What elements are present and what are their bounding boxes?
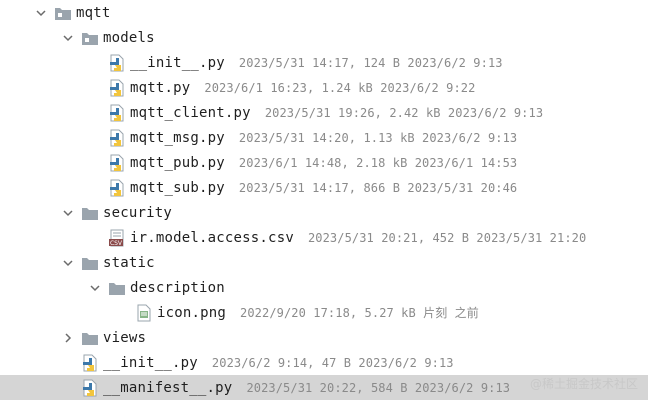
- image-file-icon: [135, 304, 153, 322]
- tree-file-row[interactable]: mqtt_pub.py 2023/6/1 14:48, 2.18 kB 2023/…: [0, 150, 648, 175]
- python-file-icon: [108, 79, 126, 97]
- chevron-down-icon[interactable]: [34, 6, 48, 20]
- svg-text:CSV: CSV: [110, 240, 123, 247]
- tree-file-row[interactable]: mqtt.py 2023/6/1 16:23, 1.24 kB 2023/6/2 …: [0, 75, 648, 100]
- tree-file-row[interactable]: mqtt_sub.py 2023/5/31 14:17, 866 B 2023/5…: [0, 175, 648, 200]
- python-file-icon: [108, 54, 126, 72]
- tree-file-row[interactable]: icon.png 2022/9/20 17:18, 5.27 kB 片刻 之前: [0, 300, 648, 325]
- python-file-icon: [108, 104, 126, 122]
- tree-item-name: mqtt_msg.py: [130, 129, 225, 146]
- python-file-icon: [81, 379, 99, 397]
- chevron-down-icon[interactable]: [61, 206, 75, 220]
- tree-item-meta: 2023/5/31 20:21, 452 B 2023/5/31 21:20: [307, 230, 587, 245]
- tree-file-row[interactable]: __init__.py 2023/6/2 9:14, 47 B 2023/6/2 …: [0, 350, 648, 375]
- folder-icon: [108, 279, 126, 297]
- tree-folder-row[interactable]: description: [0, 275, 648, 300]
- tree-file-row[interactable]: __init__.py 2023/5/31 14:17, 124 B 2023/6…: [0, 50, 648, 75]
- tree-item-name: mqtt_client.py: [130, 104, 251, 121]
- project-tree: mqtt models __init__.py 2023/5/31 14:17, 12…: [0, 0, 648, 403]
- tree-folder-row[interactable]: static: [0, 250, 648, 275]
- tree-item-meta: 2023/6/1 16:23, 1.24 kB 2023/6/2 9:22: [204, 80, 476, 95]
- folder-icon: [81, 329, 99, 347]
- chevron-down-icon[interactable]: [88, 281, 102, 295]
- python-file-icon: [108, 129, 126, 147]
- tree-folder-row[interactable]: mqtt: [0, 0, 648, 25]
- tree-item-name: mqtt_pub.py: [130, 154, 225, 171]
- tree-item-name: __init__.py: [130, 54, 225, 71]
- folder-module-icon: [54, 4, 72, 22]
- tree-item-name: static: [103, 254, 155, 271]
- tree-item-meta: 2023/5/31 14:20, 1.13 kB 2023/6/2 9:13: [238, 130, 518, 145]
- tree-item-meta: 2023/6/2 9:14, 47 B 2023/6/2 9:13: [211, 355, 454, 370]
- chevron-down-icon[interactable]: [61, 256, 75, 270]
- tree-file-row[interactable]: mqtt_client.py 2023/5/31 19:26, 2.42 kB 2…: [0, 100, 648, 125]
- tree-folder-row[interactable]: views: [0, 325, 648, 350]
- tree-item-name: mqtt_sub.py: [130, 179, 225, 196]
- python-file-icon: [108, 154, 126, 172]
- tree-file-row[interactable]: mqtt_msg.py 2023/5/31 14:20, 1.13 kB 2023…: [0, 125, 648, 150]
- tree-item-meta: 2023/5/31 19:26, 2.42 kB 2023/6/2 9:13: [264, 105, 544, 120]
- folder-module-icon: [81, 29, 99, 47]
- tree-item-meta: 2023/5/31 14:17, 866 B 2023/5/31 20:46: [238, 180, 518, 195]
- tree-item-name: views: [103, 329, 147, 346]
- tree-item-meta: 2023/6/1 14:48, 2.18 kB 2023/6/1 14:53: [238, 155, 518, 170]
- folder-icon: [81, 204, 99, 222]
- python-file-icon: [108, 179, 126, 197]
- watermark: @稀土掘金技术社区: [529, 376, 638, 391]
- tree-item-name: ir.model.access.csv: [130, 229, 294, 246]
- tree-item-name: __manifest__.py: [103, 379, 233, 396]
- tree-folder-row[interactable]: models: [0, 25, 648, 50]
- folder-icon: [81, 254, 99, 272]
- tree-item-name: mqtt: [76, 4, 111, 21]
- chevron-right-icon[interactable]: [61, 331, 75, 345]
- tree-file-row[interactable]: CSV ir.model.access.csv 2023/5/31 20:21, 4…: [0, 225, 648, 250]
- tree-item-name: models: [103, 29, 155, 46]
- tree-item-meta: 2022/9/20 17:18, 5.27 kB 片刻 之前: [240, 306, 479, 320]
- tree-item-meta: 2023/5/31 14:17, 124 B 2023/6/2 9:13: [238, 55, 503, 70]
- tree-item-name: mqtt.py: [130, 79, 191, 96]
- chevron-down-icon[interactable]: [61, 31, 75, 45]
- tree-folder-row[interactable]: security: [0, 200, 648, 225]
- tree-item-name: icon.png: [157, 304, 227, 321]
- python-file-icon: [81, 354, 99, 372]
- tree-item-name: description: [130, 279, 225, 296]
- csv-file-icon: CSV: [108, 229, 126, 247]
- tree-item-name: security: [103, 204, 173, 221]
- tree-item-meta: 2023/5/31 20:22, 584 B 2023/6/2 9:13: [246, 380, 511, 395]
- tree-item-name: __init__.py: [103, 354, 198, 371]
